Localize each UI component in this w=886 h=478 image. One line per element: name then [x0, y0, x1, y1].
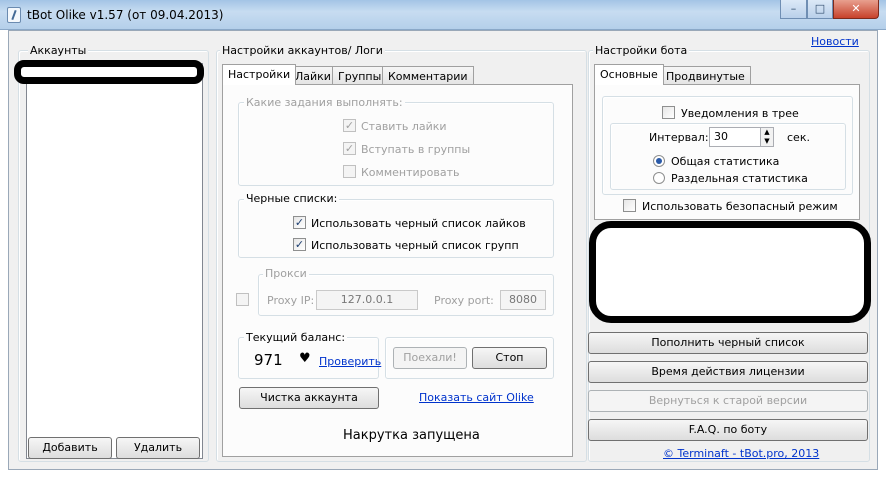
heart-icon: ♥ [299, 351, 311, 366]
likes-blacklist-checkbox[interactable]: ✓ [293, 216, 306, 229]
status-text: Накрутка запущена [343, 428, 480, 443]
show-olike-site-link[interactable]: Показать сайт Olike [419, 391, 534, 404]
proxy-port-label: Proxy port: [434, 294, 494, 307]
tab-advanced[interactable]: Продвинутые [660, 66, 751, 85]
comment-checkbox[interactable] [343, 165, 356, 178]
close-button[interactable]: ✕ [833, 0, 879, 19]
accounts-list[interactable] [26, 63, 203, 459]
tab-likes[interactable]: Лайки [289, 66, 337, 85]
add-account-button[interactable]: Добавить [28, 437, 112, 459]
bot-settings-title: Настройки бота [593, 44, 690, 57]
start-button[interactable]: Поехали! [393, 347, 467, 369]
tray-notify-checkbox[interactable] [662, 106, 675, 119]
proxy-checkbox[interactable] [236, 293, 249, 306]
interval-spinner[interactable]: ▲ ▼ [760, 127, 774, 147]
separate-stats-label: Раздельная статистика [671, 172, 808, 185]
interval-input[interactable]: 30 [709, 127, 761, 147]
proxy-ip-field[interactable]: 127.0.0.1 [316, 290, 418, 310]
delete-account-button[interactable]: Удалить [116, 437, 200, 459]
maximize-button[interactable]: □ [807, 0, 833, 19]
tab-comments[interactable]: Комментарии [382, 66, 474, 85]
proxy-ip-label: Proxy IP: [267, 294, 315, 307]
groups-blacklist-label: Использовать черный список групп [311, 239, 519, 252]
proxy-port-field[interactable]: 8080 [500, 290, 546, 310]
copyright-link[interactable]: © Terminaft - tBot.pro, 2013 [663, 447, 819, 460]
stop-button[interactable]: Стоп [472, 347, 547, 369]
safe-mode-label: Использовать безопасный режим [642, 200, 838, 213]
redacted-account [14, 60, 204, 84]
interval-unit: сек. [787, 131, 810, 144]
check-balance-link[interactable]: Проверить [319, 355, 381, 368]
likes-blacklist-label: Использовать черный список лайков [311, 217, 526, 230]
tasks-group-title: Какие задания выполнять: [244, 96, 405, 109]
title-bar[interactable]: tBot Olike v1.57 (от 09.04.2013) – □ ✕ [0, 0, 886, 30]
common-stats-radio[interactable] [653, 155, 665, 167]
blacklists-group-title: Черные списки: [244, 192, 340, 205]
faq-button[interactable]: F.A.Q. по боту [588, 419, 868, 441]
like-checkbox[interactable]: ✓ [343, 119, 356, 132]
clean-account-button[interactable]: Чистка аккаунта [239, 387, 379, 409]
news-link[interactable]: Новости [811, 35, 859, 48]
tab-groups[interactable]: Группы [332, 66, 388, 85]
main-window: Аккаунты Добавить Удалить Настройки акка… [8, 30, 878, 470]
balance-group-title: Текущий баланс: [244, 331, 348, 344]
proxy-group-title: Прокси [263, 267, 309, 280]
old-version-button[interactable]: Вернуться к старой версии [588, 390, 868, 412]
tab-basic[interactable]: Основные [594, 64, 664, 85]
license-time-button[interactable]: Время действия лицензии [588, 361, 868, 383]
accounts-title: Аккаунты [28, 44, 89, 57]
like-checkbox-label: Ставить лайки [361, 120, 447, 133]
fill-blacklist-button[interactable]: Пополнить черный список [588, 332, 868, 354]
safe-mode-checkbox[interactable] [623, 199, 636, 212]
balance-value: 971 [254, 351, 283, 369]
tab-settings[interactable]: Настройки [222, 64, 297, 85]
common-stats-label: Общая статистика [671, 155, 780, 168]
separate-stats-radio[interactable] [653, 172, 665, 184]
app-icon [7, 7, 21, 23]
comment-checkbox-label: Комментировать [361, 166, 460, 179]
join-groups-checkbox[interactable]: ✓ [343, 142, 356, 155]
minimize-button[interactable]: – [780, 0, 807, 19]
tray-notify-label: Уведомления в трее [681, 107, 799, 120]
settings-logs-title: Настройки аккаунтов/ Логи [220, 44, 385, 57]
interval-label: Интервал: [649, 131, 709, 144]
join-groups-checkbox-label: Вступать в группы [361, 143, 471, 156]
redacted-region [589, 221, 871, 323]
window-title: tBot Olike v1.57 (от 09.04.2013) [27, 8, 224, 22]
groups-blacklist-checkbox[interactable]: ✓ [293, 238, 306, 251]
